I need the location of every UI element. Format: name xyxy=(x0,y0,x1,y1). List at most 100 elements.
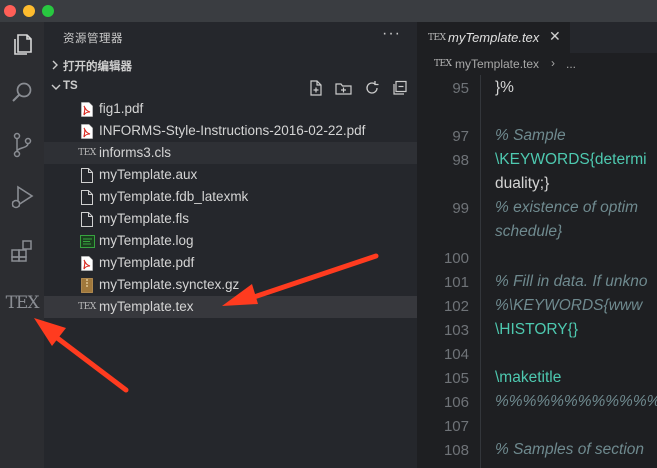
pdf-file-icon xyxy=(79,123,95,139)
maximize-window-button[interactable] xyxy=(42,5,54,17)
code-line: 101 % Fill in data. If unkno xyxy=(417,271,657,295)
code-line: 102 %\KEYWORDS{www xyxy=(417,295,657,319)
minimize-window-button[interactable] xyxy=(23,5,35,17)
open-editors-label: 打开的编辑器 xyxy=(63,61,132,73)
chevron-down-icon xyxy=(51,84,61,90)
line-content: %\KEYWORDS{www xyxy=(495,297,643,314)
line-number: 106 xyxy=(443,394,469,411)
close-tab-button[interactable]: ✕ xyxy=(549,28,561,45)
file-item-fig1-pdf[interactable]: fig1.pdf xyxy=(44,98,417,120)
line-content: \maketitle xyxy=(495,369,562,386)
file-name: myTemplate.synctex.gz xyxy=(99,277,240,292)
code-line: duality;} xyxy=(417,173,657,197)
code-line: 105 \maketitle xyxy=(417,367,657,391)
code-line: 103 \HISTORY{} xyxy=(417,319,657,343)
line-number: 102 xyxy=(443,298,469,315)
code-line: 106 %%%%%%%%%%%% xyxy=(417,391,657,415)
code-editor[interactable]: 95 }% 97 % Sample 98 \KEYWORDS{determi d… xyxy=(417,75,657,468)
close-window-button[interactable] xyxy=(4,5,16,17)
file-item-informs-instructions-pdf[interactable]: INFORMS-Style-Instructions-2016-02-22.pd… xyxy=(44,120,417,142)
tex-file-icon: TEX xyxy=(434,59,452,69)
file-item-informs3-cls[interactable]: TEX informs3.cls xyxy=(44,142,417,164)
file-item-mytemplate-tex[interactable]: TEX myTemplate.tex xyxy=(44,296,417,318)
refresh-icon[interactable] xyxy=(362,78,381,97)
extensions-icon[interactable] xyxy=(7,236,37,266)
line-number: 108 xyxy=(443,442,469,459)
log-file-icon xyxy=(79,233,95,249)
pdf-file-icon xyxy=(79,101,95,117)
tex-file-icon: TEX xyxy=(428,33,446,43)
tab-mytemplate-tex[interactable]: TEX myTemplate.tex ✕ xyxy=(417,22,570,53)
line-number: 97 xyxy=(452,128,469,145)
tex-label: TEX xyxy=(5,293,40,313)
editor-area: TEX myTemplate.tex ✕ TEX myTemplate.tex … xyxy=(417,22,657,468)
collapse-all-icon[interactable] xyxy=(390,78,409,97)
code-line: 100 xyxy=(417,247,657,271)
line-number: 95 xyxy=(452,80,469,97)
line-content: % Fill in data. If unkno xyxy=(495,273,648,290)
file-name: myTemplate.log xyxy=(99,233,194,248)
activity-bar: TEX xyxy=(0,22,44,468)
file-name: informs3.cls xyxy=(99,145,172,160)
file-item-mytemplate-fls[interactable]: myTemplate.fls xyxy=(44,208,417,230)
breadcrumb-more[interactable]: ... xyxy=(566,57,576,71)
breadcrumb: TEX myTemplate.tex › ... xyxy=(417,53,657,75)
breadcrumb-separator: › xyxy=(551,56,555,70)
line-content: % Sample xyxy=(495,127,566,144)
file-icon xyxy=(79,189,95,205)
tab-label: myTemplate.tex xyxy=(448,30,540,45)
file-item-mytemplate-log[interactable]: myTemplate.log xyxy=(44,230,417,252)
file-item-mytemplate-fdb-latexmk[interactable]: myTemplate.fdb_latexmk xyxy=(44,186,417,208)
line-content: duality;} xyxy=(495,175,550,192)
file-name: myTemplate.aux xyxy=(99,167,198,182)
line-content: % Samples of section xyxy=(495,441,645,458)
file-item-mytemplate-aux[interactable]: myTemplate.aux xyxy=(44,164,417,186)
explorer-title: 资源管理器 xyxy=(63,33,123,45)
line-content: \HISTORY{} xyxy=(495,321,578,338)
line-content: % existence of optim xyxy=(495,199,639,216)
file-name: myTemplate.fls xyxy=(99,211,190,226)
archive-file-icon xyxy=(79,277,95,293)
more-actions-button[interactable]: ··· xyxy=(382,25,401,43)
code-line: 104 xyxy=(417,343,657,367)
code-line: 108 % Samples of section xyxy=(417,439,657,463)
code-line: schedule} xyxy=(417,221,657,245)
line-number: 99 xyxy=(452,200,469,217)
file-name: myTemplate.pdf xyxy=(99,255,195,270)
file-icon xyxy=(79,167,95,183)
line-number: 105 xyxy=(443,370,469,387)
file-name: myTemplate.tex xyxy=(99,299,194,314)
line-number: 104 xyxy=(443,346,469,363)
file-icon xyxy=(79,211,95,227)
folder-section-ts[interactable]: TS xyxy=(44,76,417,98)
line-number: 103 xyxy=(443,322,469,339)
file-item-mytemplate-pdf[interactable]: myTemplate.pdf xyxy=(44,252,417,274)
new-folder-icon[interactable] xyxy=(334,78,353,97)
line-number: 107 xyxy=(443,418,469,435)
explorer-header: 资源管理器 ··· xyxy=(44,22,417,54)
line-content: %%%%%%%%%%%% xyxy=(495,393,657,410)
new-file-icon[interactable] xyxy=(306,78,325,97)
source-control-icon[interactable] xyxy=(7,130,37,160)
line-content: schedule} xyxy=(495,223,563,240)
file-item-mytemplate-synctex-gz[interactable]: myTemplate.synctex.gz xyxy=(44,274,417,296)
line-content: }% xyxy=(495,79,514,96)
editor-tabs: TEX myTemplate.tex ✕ xyxy=(417,22,657,53)
line-number: 100 xyxy=(443,250,469,267)
explorer-sidebar: 资源管理器 ··· 打开的编辑器 TS fig1.pdf INFORMS-Sty… xyxy=(44,22,417,468)
folder-label: TS xyxy=(63,80,78,92)
pdf-file-icon xyxy=(79,255,95,271)
search-icon[interactable] xyxy=(7,78,37,108)
code-line: 97 % Sample xyxy=(417,125,657,149)
code-line: 99 % existence of optim xyxy=(417,197,657,221)
run-debug-icon[interactable] xyxy=(7,182,37,212)
tex-icon[interactable]: TEX xyxy=(5,288,40,318)
open-editors-section[interactable]: 打开的编辑器 xyxy=(44,54,417,76)
breadcrumb-file[interactable]: myTemplate.tex xyxy=(455,57,539,71)
code-line: 98 \KEYWORDS{determi xyxy=(417,149,657,173)
line-number: 98 xyxy=(452,152,469,169)
chevron-right-icon xyxy=(52,60,58,70)
explorer-icon[interactable] xyxy=(7,28,37,58)
file-name: myTemplate.fdb_latexmk xyxy=(99,189,249,204)
file-name: INFORMS-Style-Instructions-2016-02-22.pd… xyxy=(99,123,366,138)
